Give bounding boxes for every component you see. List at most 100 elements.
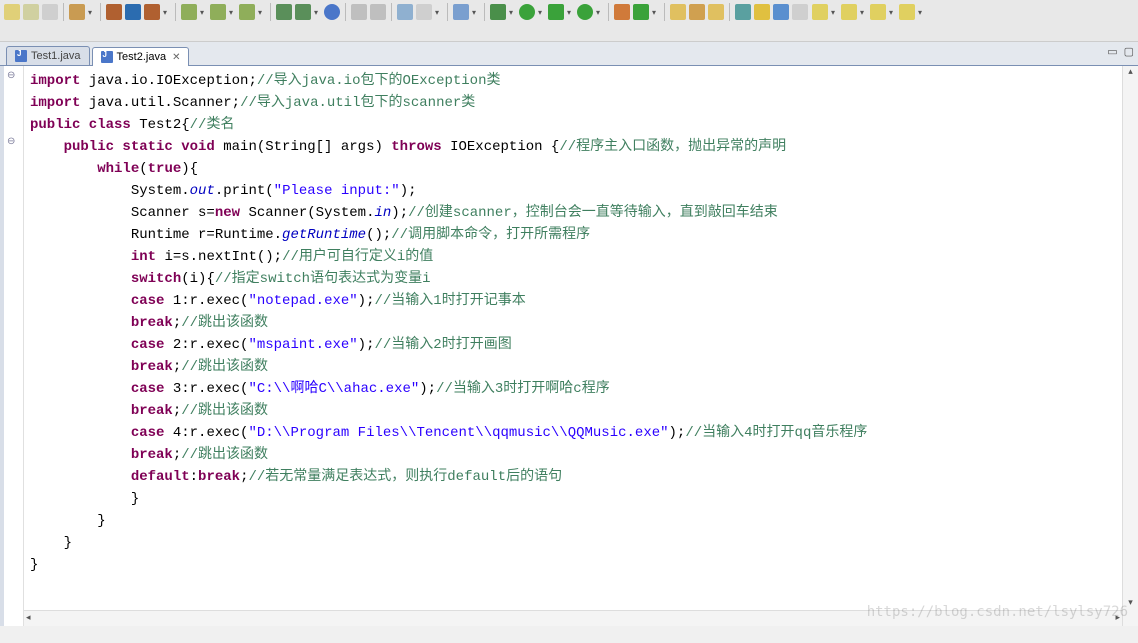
- code-line[interactable]: break;//跳出该函数: [30, 400, 1116, 422]
- maximize-icon[interactable]: ▢: [1124, 45, 1134, 58]
- code-line[interactable]: Scanner s=new Scanner(System.in);//创建sca…: [30, 202, 1116, 224]
- hand-icon[interactable]: [812, 4, 828, 20]
- close-icon[interactable]: ✕: [172, 52, 180, 63]
- main-toolbar: [0, 0, 1138, 42]
- stop-icon[interactable]: [614, 4, 630, 20]
- wand3-icon[interactable]: [239, 4, 255, 20]
- tab-test2[interactable]: Test2.java ✕: [92, 47, 190, 66]
- separator: [608, 3, 609, 21]
- scroll-left-icon[interactable]: ◂: [26, 612, 31, 623]
- code-line[interactable]: default:break;//若无常量满足表达式，则执行default后的语句: [30, 466, 1116, 488]
- arrow-icon[interactable]: [841, 4, 857, 20]
- code-line[interactable]: case 3:r.exec("C:\\啊哈C\\ahac.exe");//当输入…: [30, 378, 1116, 400]
- code-line[interactable]: }: [30, 532, 1116, 554]
- separator: [100, 3, 101, 21]
- save-icon[interactable]: [4, 4, 20, 20]
- dropdown-icon[interactable]: [831, 4, 838, 20]
- folder-icon[interactable]: [670, 4, 686, 20]
- code-line[interactable]: import java.io.IOException;//导入java.io包下…: [30, 70, 1116, 92]
- dropdown-icon[interactable]: [538, 4, 545, 20]
- watermark: https://blog.csdn.net/lsylsy726: [867, 604, 1128, 620]
- tab-label: Test2.java: [117, 51, 167, 63]
- dropdown-icon[interactable]: [652, 4, 659, 20]
- dropdown-icon[interactable]: [860, 4, 867, 20]
- fold-marker[interactable]: ⊖: [7, 70, 15, 81]
- task-icon[interactable]: [735, 4, 751, 20]
- new-icon[interactable]: [69, 4, 85, 20]
- code-editor[interactable]: import java.io.IOException;//导入java.io包下…: [24, 66, 1122, 626]
- dropdown-icon[interactable]: [889, 4, 896, 20]
- toolbar-row-2: [812, 2, 925, 22]
- run-ext-icon[interactable]: [548, 4, 564, 20]
- tab-test1[interactable]: Test1.java: [6, 46, 90, 65]
- vertical-scrollbar[interactable]: ▴ ▾: [1122, 66, 1138, 626]
- dropdown-icon[interactable]: [229, 4, 236, 20]
- code-line[interactable]: break;//跳出该函数: [30, 312, 1116, 334]
- paste-icon[interactable]: [370, 4, 386, 20]
- separator: [391, 3, 392, 21]
- wand-icon[interactable]: [181, 4, 197, 20]
- restart-icon[interactable]: [633, 4, 649, 20]
- dropdown-icon[interactable]: [918, 4, 925, 20]
- code-line[interactable]: break;//跳出该函数: [30, 356, 1116, 378]
- key-icon[interactable]: [689, 4, 705, 20]
- globe-icon[interactable]: [324, 4, 340, 20]
- bug-icon[interactable]: [490, 4, 506, 20]
- dropdown-icon[interactable]: [258, 4, 265, 20]
- wand2-icon[interactable]: [210, 4, 226, 20]
- chart-icon[interactable]: [397, 4, 413, 20]
- gutter: ⊖ ⊖: [4, 66, 24, 626]
- dropdown-icon[interactable]: [314, 4, 321, 20]
- code-line[interactable]: import java.util.Scanner;//导入java.util包下…: [30, 92, 1116, 114]
- code-line[interactable]: int i=s.nextInt();//用户可自行定义i的值: [30, 246, 1116, 268]
- scroll-up-icon[interactable]: ▴: [1123, 66, 1138, 77]
- code-line[interactable]: }: [30, 488, 1116, 510]
- dropdown-icon[interactable]: [435, 4, 442, 20]
- code-line[interactable]: public static void main(String[] args) t…: [30, 136, 1116, 158]
- package3-icon[interactable]: [144, 4, 160, 20]
- pencil-icon[interactable]: [754, 4, 770, 20]
- dropdown-icon[interactable]: [596, 4, 603, 20]
- separator: [447, 3, 448, 21]
- page-icon[interactable]: [792, 4, 808, 20]
- folder2-icon[interactable]: [708, 4, 724, 20]
- run-cfg-icon[interactable]: [577, 4, 593, 20]
- code-line[interactable]: case 1:r.exec("notepad.exe");//当输入1时打开记事…: [30, 290, 1116, 312]
- package2-icon[interactable]: [125, 4, 141, 20]
- code-line[interactable]: switch(i){//指定switch语句表达式为变量i: [30, 268, 1116, 290]
- picture-icon[interactable]: [453, 4, 469, 20]
- print-icon[interactable]: [42, 4, 58, 20]
- fwd-icon[interactable]: [899, 4, 915, 20]
- tab-label: Test1.java: [31, 50, 81, 62]
- pin-icon[interactable]: [416, 4, 432, 20]
- dropdown-icon[interactable]: [567, 4, 574, 20]
- code-line[interactable]: Runtime r=Runtime.getRuntime();//调用脚本命令，…: [30, 224, 1116, 246]
- dropdown-icon[interactable]: [472, 4, 479, 20]
- code-line[interactable]: break;//跳出该函数: [30, 444, 1116, 466]
- dropdown-icon[interactable]: [163, 4, 170, 20]
- code-line[interactable]: case 4:r.exec("D:\\Program Files\\Tencen…: [30, 422, 1116, 444]
- cut-icon[interactable]: [351, 4, 367, 20]
- dropdown-icon[interactable]: [88, 4, 95, 20]
- java-file-icon: [101, 51, 113, 63]
- separator: [63, 3, 64, 21]
- code-line[interactable]: System.out.print("Please input:");: [30, 180, 1116, 202]
- minimize-icon[interactable]: ▭: [1107, 45, 1117, 58]
- code-line[interactable]: while(true){: [30, 158, 1116, 180]
- code-line[interactable]: public class Test2{//类名: [30, 114, 1116, 136]
- dropdown-icon[interactable]: [509, 4, 516, 20]
- link2-icon[interactable]: [295, 4, 311, 20]
- code-line[interactable]: }: [30, 554, 1116, 576]
- dropdown-icon[interactable]: [200, 4, 207, 20]
- back-icon[interactable]: [870, 4, 886, 20]
- save-all-icon[interactable]: [23, 4, 39, 20]
- link-icon[interactable]: [276, 4, 292, 20]
- code-line[interactable]: }: [30, 510, 1116, 532]
- package-icon[interactable]: [106, 4, 122, 20]
- java-file-icon: [15, 50, 27, 62]
- run-icon[interactable]: [519, 4, 535, 20]
- code-line[interactable]: case 2:r.exec("mspaint.exe");//当输入2时打开画图: [30, 334, 1116, 356]
- book-icon[interactable]: [773, 4, 789, 20]
- separator: [729, 3, 730, 21]
- fold-marker[interactable]: ⊖: [7, 136, 15, 147]
